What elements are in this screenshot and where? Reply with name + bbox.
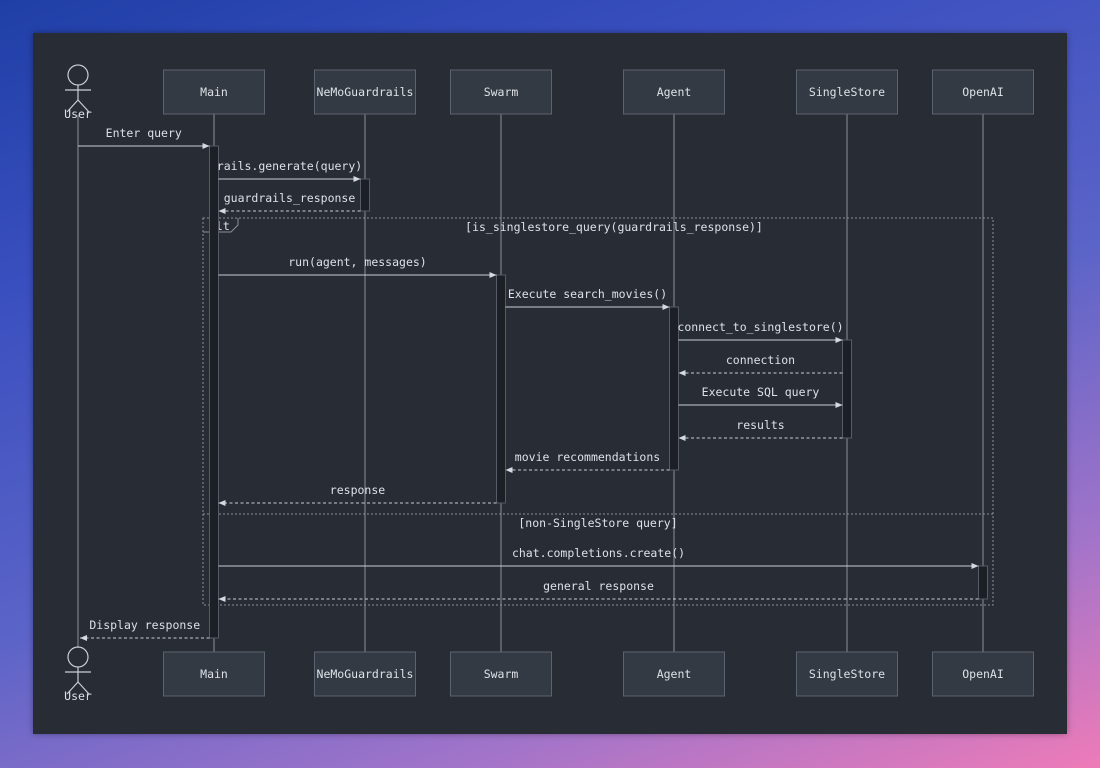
actor-user-bottom: User xyxy=(64,646,92,703)
alt-else-condition: [non-SingleStore query] xyxy=(518,516,677,530)
participant-openai-bottom: OpenAI xyxy=(932,651,1034,697)
participant-label: SingleStore xyxy=(809,85,885,99)
participant-label: NeMoGuardrails xyxy=(317,667,414,681)
activation-nemo xyxy=(360,178,370,212)
sequence-diagram: User User Main Main NeMoGuardrails NeMoGuardr… xyxy=(64,64,1034,703)
participant-nemo-bottom: NeMoGuardrails xyxy=(314,651,416,697)
message-label: Display response xyxy=(89,618,200,632)
message-13: general response xyxy=(218,579,979,602)
participant-label: OpenAI xyxy=(962,667,1004,681)
participant-label: Swarm xyxy=(484,85,519,99)
participant-label: Main xyxy=(200,85,228,99)
activation-singlestore xyxy=(842,339,852,439)
message-10: movie recommendations xyxy=(505,450,670,473)
activation-main xyxy=(209,145,219,639)
diagram-panel: User User Main Main NeMoGuardrails NeMoGuardr… xyxy=(33,33,1067,734)
participant-nemo-top: NeMoGuardrails xyxy=(314,69,416,115)
message-label: rails.generate(query) xyxy=(217,159,362,173)
message-label: guardrails_response xyxy=(224,191,356,205)
message-3: guardrails_response xyxy=(218,191,361,214)
participant-label: Main xyxy=(200,667,228,681)
participant-label: SingleStore xyxy=(809,667,885,681)
message-9: results xyxy=(678,418,843,441)
message-label: Execute search_movies() xyxy=(508,287,667,301)
participant-agent-top: Agent xyxy=(623,69,725,115)
message-label: response xyxy=(330,483,385,497)
message-label: Enter query xyxy=(106,126,182,140)
participant-label: Agent xyxy=(657,667,692,681)
participant-singlestore-top: SingleStore xyxy=(796,69,898,115)
participant-label: NeMoGuardrails xyxy=(317,85,414,99)
message-8: Execute SQL query xyxy=(678,385,843,408)
message-label: connect_to_singlestore() xyxy=(677,320,843,334)
alt-condition: [is_singlestore_query(guardrails_respons… xyxy=(465,220,763,234)
participant-openai-top: OpenAI xyxy=(932,69,1034,115)
message-6: connect_to_singlestore() xyxy=(677,320,844,343)
actor-label: User xyxy=(64,107,92,121)
message-1: Enter query xyxy=(78,126,210,149)
message-label: run(agent, messages) xyxy=(288,255,426,269)
actor-user-top: User xyxy=(64,64,92,121)
message-label: Execute SQL query xyxy=(702,385,820,399)
message-7: connection xyxy=(678,353,843,376)
participant-main-bottom: Main xyxy=(163,651,265,697)
activation-openai xyxy=(978,565,988,600)
activation-swarm xyxy=(496,274,506,504)
message-2: rails.generate(query) xyxy=(217,159,362,182)
participant-singlestore-bottom: SingleStore xyxy=(796,651,898,697)
message-label: chat.completions.create() xyxy=(512,546,685,560)
message-12: chat.completions.create() xyxy=(218,546,979,569)
participant-label: Swarm xyxy=(484,667,519,681)
actor-label: User xyxy=(64,689,92,703)
message-label: movie recommendations xyxy=(515,450,660,464)
participant-swarm-bottom: Swarm xyxy=(450,651,552,697)
message-label: results xyxy=(736,418,784,432)
participant-swarm-top: Swarm xyxy=(450,69,552,115)
message-4: run(agent, messages) xyxy=(218,255,497,278)
participant-label: Agent xyxy=(657,85,692,99)
message-label: connection xyxy=(726,353,795,367)
participant-main-top: Main xyxy=(163,69,265,115)
message-14: Display response xyxy=(80,618,210,641)
participant-label: OpenAI xyxy=(962,85,1004,99)
message-5: Execute search_movies() xyxy=(505,287,670,310)
message-label: general response xyxy=(543,579,654,593)
message-11: response xyxy=(218,483,497,506)
participant-agent-bottom: Agent xyxy=(623,651,725,697)
